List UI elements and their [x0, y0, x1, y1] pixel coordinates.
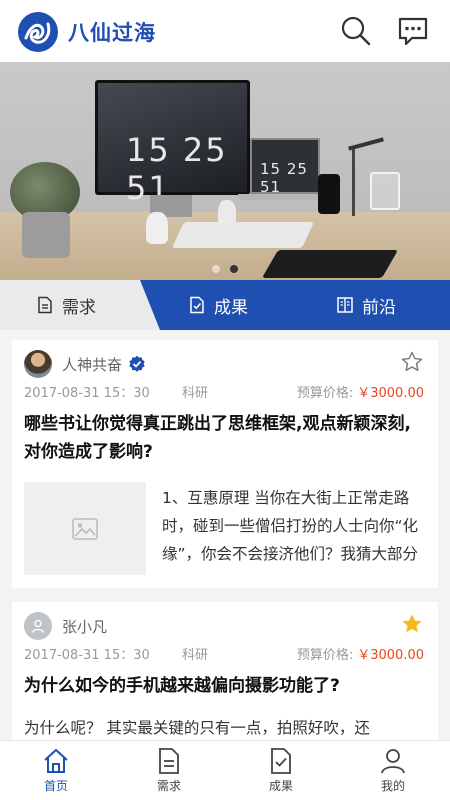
bust-statue — [146, 212, 168, 244]
logo-icon — [18, 12, 58, 52]
avatar[interactable] — [24, 350, 52, 378]
category-tabs: 需求 成果 前沿 — [0, 280, 450, 330]
nav-label: 需求 — [156, 779, 181, 793]
glass-decoration — [370, 172, 400, 210]
monitor-image: 15 25 51 — [95, 80, 250, 207]
brand-logo[interactable]: 八仙过海 — [18, 12, 156, 52]
document-icon — [159, 748, 179, 774]
post-date: 2017-08-31 15：30 — [24, 386, 150, 401]
keyboard-image — [171, 222, 315, 248]
bottom-navigation: 首页 需求 成果 我的 — [0, 740, 450, 800]
image-icon — [72, 517, 98, 540]
brand-name: 八仙过海 — [68, 21, 156, 45]
post-title[interactable]: 哪些书让你觉得真正跳出了思维框架,观点新颖深刻,对你造成了影响? — [24, 410, 426, 466]
star-outline-icon[interactable] — [400, 350, 424, 374]
post-title[interactable]: 为什么如今的手机越来越偏向摄影功能了? — [24, 672, 426, 700]
banner-carousel[interactable]: 15 25 51 15 25 51 — [0, 62, 450, 280]
document-check-icon — [190, 296, 204, 314]
user-icon — [381, 749, 405, 774]
user-icon — [31, 619, 45, 633]
post-excerpt[interactable]: 为什么呢？ 其实最关键的只有一点，拍照好吹，还 — [24, 714, 426, 742]
post-meta: 2017-08-31 15：30 科研 预算价格: ￥3000.00 — [24, 382, 424, 401]
tab-label: 前沿 — [362, 297, 396, 318]
budget-label: 预算价格: — [296, 648, 354, 663]
post-date: 2017-08-31 15：30 — [24, 648, 150, 663]
nav-label: 成果 — [268, 779, 293, 793]
author-name[interactable]: 张小凡 — [62, 616, 107, 637]
post-category: 科研 — [182, 648, 209, 663]
post-category: 科研 — [182, 386, 209, 401]
star-filled-icon[interactable] — [400, 612, 424, 636]
tab-result[interactable]: 成果 — [188, 280, 248, 330]
post-card[interactable]: 人神共奋 2017-08-31 15：30 科研 预算价格: ￥3000.00 … — [12, 340, 438, 588]
nav-label: 首页 — [43, 779, 68, 793]
budget-price: ￥3000.00 — [357, 648, 424, 663]
laptop-image: 15 25 51 — [250, 138, 320, 196]
post-meta: 2017-08-31 15：30 科研 预算价格: ￥3000.00 — [24, 644, 424, 663]
chat-bubble-icon[interactable] — [396, 14, 430, 48]
budget-label: 预算价格: — [296, 386, 354, 401]
post-author[interactable]: 人神共奋 — [24, 350, 146, 378]
post-excerpt[interactable]: 1、互惠原理 当你在大街上正常走路时，碰到一些僧侣打扮的人士向你“化缘”，你会不… — [162, 484, 424, 568]
nav-home[interactable]: 首页 — [26, 747, 86, 794]
nav-label: 我的 — [380, 779, 405, 793]
carousel-dot[interactable] — [212, 265, 220, 273]
tab-label: 需求 — [62, 297, 96, 318]
verified-badge-icon — [129, 355, 145, 372]
document-check-icon — [271, 748, 291, 774]
search-icon[interactable] — [339, 14, 373, 48]
plant-pot — [22, 212, 70, 258]
home-icon — [44, 749, 68, 773]
tab-frontier[interactable]: 前沿 — [336, 280, 396, 330]
carousel-indicators — [0, 265, 450, 273]
author-name[interactable]: 人神共奋 — [62, 354, 122, 375]
tablet-image — [261, 250, 399, 278]
nav-need[interactable]: 需求 — [139, 747, 199, 794]
avatar[interactable] — [24, 612, 52, 640]
budget-price: ￥3000.00 — [357, 386, 424, 401]
post-author[interactable]: 张小凡 — [24, 612, 107, 640]
document-icon — [38, 296, 52, 314]
speaker-decoration — [318, 174, 340, 214]
lamp-pole — [352, 146, 355, 216]
carousel-dot-active[interactable] — [230, 265, 238, 273]
nav-mine[interactable]: 我的 — [363, 747, 423, 794]
tab-need[interactable]: 需求 — [36, 280, 96, 330]
laptop-clock: 15 25 51 — [260, 160, 308, 196]
nav-result[interactable]: 成果 — [251, 747, 311, 794]
image-placeholder[interactable] — [24, 482, 146, 575]
book-icon — [337, 297, 353, 313]
tab-label: 成果 — [214, 297, 248, 318]
app-header: 八仙过海 — [0, 0, 450, 62]
post-card[interactable]: 张小凡 2017-08-31 15：30 科研 预算价格: ￥3000.00 为… — [12, 602, 438, 742]
